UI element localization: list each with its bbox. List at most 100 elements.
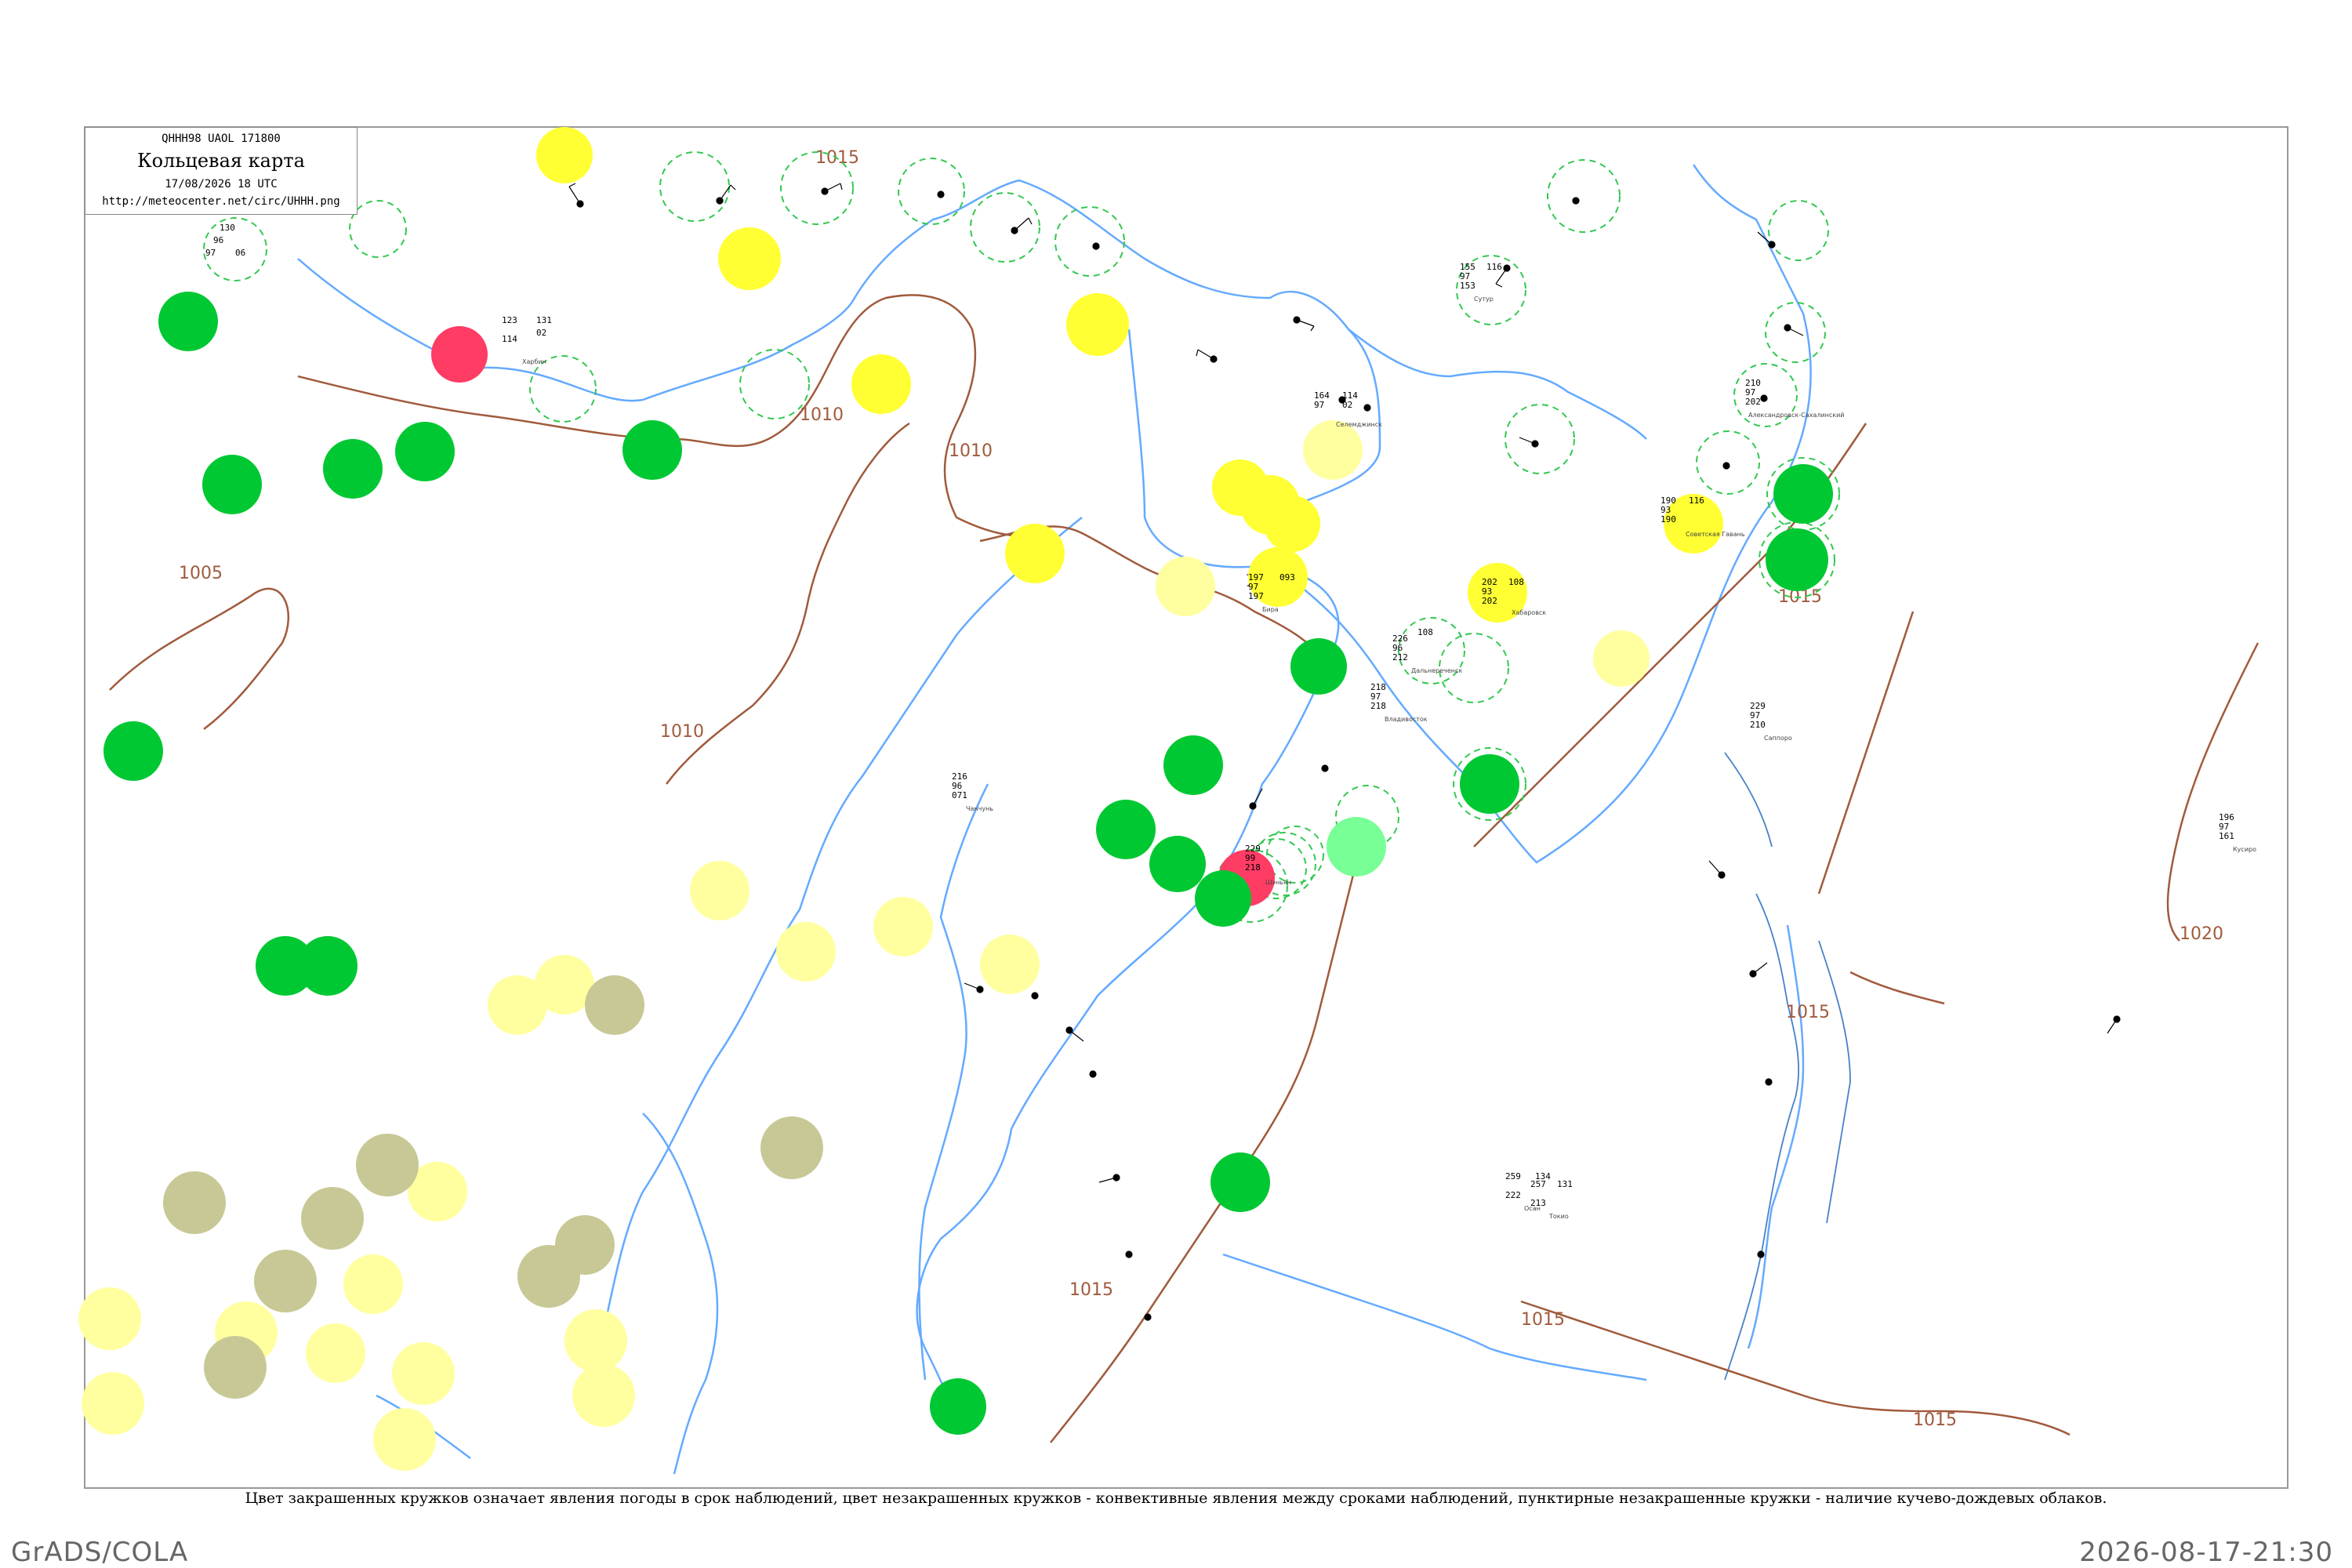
map-caption: Цвет закрашенных кружков означает явлени… (245, 1490, 2107, 1507)
circle-pale-yellow (1156, 557, 1215, 616)
station-value: 123 (502, 315, 517, 325)
circle-green (1290, 638, 1347, 695)
map-header-box: QHHH98 UAOL 171800 Кольцевая карта 17/08… (85, 127, 358, 215)
station-value: 97 (1314, 400, 1324, 410)
station-name: Бира (1262, 606, 1279, 613)
circle-olive (585, 975, 644, 1035)
circle-yellow (1066, 293, 1129, 356)
circle-green (622, 420, 682, 480)
map-url: http://meteocenter.net/circ/UHHH.png (102, 195, 340, 208)
circle-pale-yellow (1303, 420, 1363, 480)
circle-olive (356, 1134, 419, 1196)
map-title: Кольцевая карта (137, 150, 305, 172)
station-name: Кусиро (2233, 846, 2256, 853)
circle-green (1096, 800, 1156, 859)
isobar-label: 1015 (1913, 1410, 1957, 1430)
station-name: Дальнереченск (1411, 667, 1462, 674)
circle-green (1149, 836, 1206, 892)
station-value: 130 (220, 223, 235, 233)
station-value: 218 (1370, 701, 1386, 711)
station-value: 259 (1505, 1171, 1521, 1181)
station-value: 197 (1248, 591, 1264, 601)
station-value: 114 (502, 334, 517, 344)
circle-yellow (1264, 495, 1320, 552)
station-value: 153 (1460, 281, 1475, 291)
bulletin-code: QHHH98 UAOL 171800 (162, 132, 281, 145)
circle-olive (760, 1116, 823, 1179)
station-value: 131 (1557, 1179, 1573, 1189)
isobar-label: 1020 (2180, 924, 2223, 944)
station-value: 190 (1661, 514, 1676, 524)
station-value: 96 (213, 235, 223, 245)
circle-light-green (1327, 817, 1386, 877)
station-value: 06 (235, 248, 245, 258)
station-name: Владивосток (1385, 716, 1428, 723)
circle-pale-yellow (980, 935, 1040, 994)
isobar-label: 1015 (1069, 1280, 1113, 1300)
isobar-label: 1005 (179, 564, 223, 583)
station-name: Сутур (1474, 296, 1494, 303)
station-value: 071 (952, 790, 967, 800)
station-name: Осан (1524, 1205, 1541, 1212)
circle-pale-yellow (82, 1372, 144, 1435)
circle-pale-yellow (78, 1287, 141, 1350)
footer-timestamp: 2026-08-17-21:30 (2079, 1537, 2333, 1568)
circle-green (1195, 870, 1251, 927)
circle-yellow (536, 127, 593, 183)
circle-pale-yellow (1593, 630, 1650, 687)
isobar-label: 1010 (949, 441, 993, 461)
map-date: 17/08/2026 18 UTC (165, 178, 278, 191)
station-value: 257 (1530, 1179, 1546, 1189)
station-name: Советская Гавань (1686, 531, 1745, 538)
circle-olive (254, 1250, 317, 1312)
station-name: Селемджинск (1336, 421, 1382, 428)
circle-olive (555, 1215, 615, 1275)
circle-yellow (1005, 524, 1065, 583)
circle-pale-yellow (564, 1309, 627, 1372)
station-value: 210 (1750, 720, 1766, 730)
station-value: 202 (1482, 596, 1497, 606)
circle-green (158, 292, 218, 351)
circle-pale-yellow (392, 1342, 455, 1405)
circle-green (1163, 735, 1223, 795)
circle-yellow (718, 227, 781, 290)
station-value: 116 (1486, 262, 1502, 272)
station-value: 202 (1745, 397, 1761, 407)
station-value: 222 (1505, 1190, 1521, 1200)
station-value: 093 (1279, 572, 1295, 583)
circle-pale-yellow (373, 1408, 436, 1471)
station-value: 108 (1417, 627, 1433, 637)
circle-pale-yellow (343, 1254, 403, 1314)
station-name: Шэньян (1265, 879, 1291, 886)
station-name: Чанчунь (966, 805, 993, 812)
circle-green (323, 439, 383, 499)
station-value: 116 (1689, 495, 1704, 506)
weather-map: 1015 1010 1010 1010 1005 1010 1015 1020 … (78, 126, 2288, 1489)
station-value: 108 (1508, 577, 1524, 587)
station-name: Саппоро (1764, 735, 1792, 742)
circle-green (395, 422, 455, 481)
circle-olive (163, 1171, 226, 1234)
station-value: 97 (205, 248, 216, 258)
footer-software: GrADS/COLA (11, 1537, 189, 1568)
map-frame (84, 126, 2288, 1489)
circle-pale-yellow (776, 922, 836, 982)
station-name: Александровск-Сахалинский (1748, 412, 1845, 419)
circle-green (930, 1378, 986, 1435)
isobar-label: 1010 (660, 722, 704, 742)
isobar-label: 1015 (1786, 1003, 1830, 1022)
station-name: Харбин (522, 358, 546, 365)
circle-yellow (851, 354, 911, 414)
circle-pale-yellow (873, 897, 933, 956)
station-name: Хабаровск (1512, 609, 1546, 616)
isobar-label: 1015 (1521, 1310, 1565, 1330)
circle-green (103, 721, 163, 781)
station-value: 131 (536, 315, 552, 325)
isobar-label: 1010 (800, 405, 844, 425)
circle-pale-yellow (572, 1364, 635, 1427)
station-name: Токио (1548, 1213, 1569, 1220)
circle-green (1210, 1152, 1270, 1212)
station-value: 212 (1392, 652, 1408, 662)
circle-green (1766, 528, 1828, 591)
station-value: 02 (536, 328, 546, 338)
